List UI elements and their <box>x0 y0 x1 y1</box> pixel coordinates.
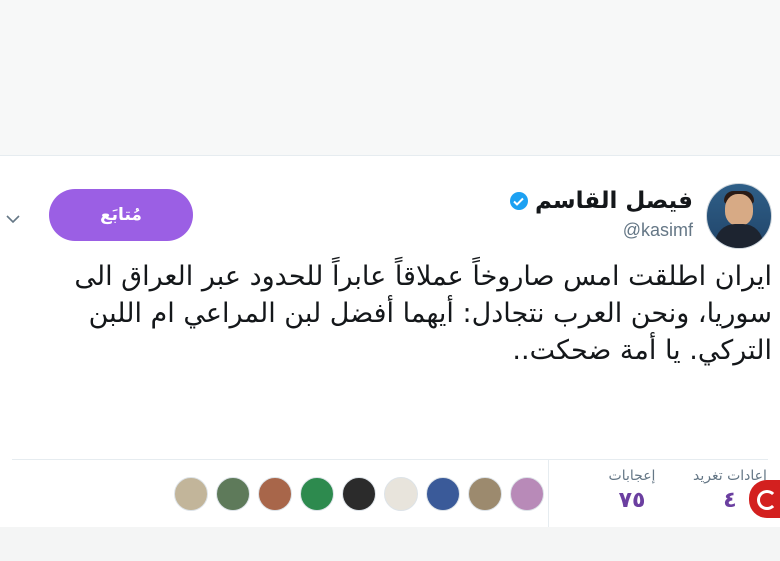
liker-avatar[interactable] <box>216 477 250 511</box>
liker-avatar[interactable] <box>510 477 544 511</box>
likes-stat[interactable]: إعجابات ٧٥ <box>598 468 666 513</box>
likers-avatars <box>174 477 544 511</box>
tweet-text: ايران اطلقت امس صاروخاً عملاقاً عابراً ل… <box>74 261 772 366</box>
liker-avatar[interactable] <box>258 477 292 511</box>
stats-separator <box>548 460 549 528</box>
liker-avatar[interactable] <box>174 477 208 511</box>
likes-count: ٧٥ <box>618 488 646 513</box>
watermark-logo <box>749 480 780 518</box>
likes-label: إعجابات <box>608 468 656 484</box>
liker-avatar[interactable] <box>300 477 334 511</box>
profile-name-row: فيصل القاسم <box>509 187 693 215</box>
chevron-down-icon[interactable] <box>6 214 20 224</box>
display-name[interactable]: فيصل القاسم <box>535 188 693 214</box>
profile-avatar[interactable] <box>706 183 772 249</box>
liker-avatar[interactable] <box>426 477 460 511</box>
divider <box>12 459 768 460</box>
following-button[interactable]: مُتابَع <box>49 189 193 241</box>
profile-handle[interactable]: @kasimf <box>623 220 693 241</box>
bottom-strip <box>0 527 780 561</box>
verified-icon <box>509 192 528 210</box>
liker-avatar[interactable] <box>384 477 418 511</box>
liker-avatar[interactable] <box>468 477 502 511</box>
liker-avatar[interactable] <box>342 477 376 511</box>
tweet-card: فيصل القاسم @kasimf مُتابَع ايران اطلقت … <box>0 155 780 528</box>
